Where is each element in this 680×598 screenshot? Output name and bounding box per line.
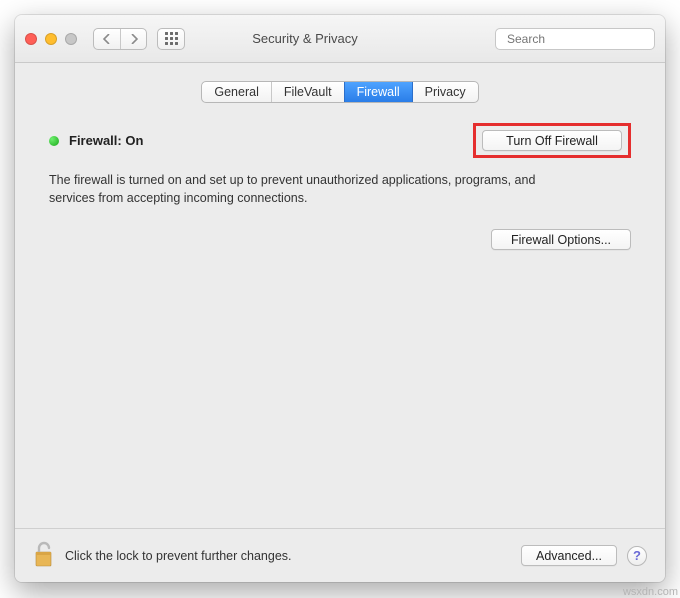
status-indicator-on-icon [49,136,59,146]
firewall-options-row: Firewall Options... [49,229,631,250]
tab-privacy[interactable]: Privacy [412,82,478,102]
segmented-control: General FileVault Firewall Privacy [201,81,478,103]
firewall-status-label: Firewall: On [69,133,143,148]
tab-filevault[interactable]: FileVault [271,82,344,102]
close-window-button[interactable] [25,33,37,45]
firewall-status-row: Firewall: On Turn Off Firewall [49,123,631,158]
firewall-status: Firewall: On [49,133,143,148]
maximize-window-button[interactable] [65,33,77,45]
turn-off-firewall-button[interactable]: Turn Off Firewall [482,130,622,151]
preferences-window: Security & Privacy General FileVault Fir… [15,15,665,582]
advanced-button[interactable]: Advanced... [521,545,617,566]
preferences-footer: Click the lock to prevent further change… [15,528,665,582]
lock-open-icon [33,540,55,571]
firewall-pane: Firewall: On Turn Off Firewall The firew… [15,103,665,528]
help-button[interactable]: ? [627,546,647,566]
firewall-options-button[interactable]: Firewall Options... [491,229,631,250]
watermark: wsxdn.com [623,586,678,598]
firewall-description: The firewall is turned on and set up to … [49,172,559,207]
window-controls [25,33,77,45]
window-title: Security & Privacy [125,31,485,46]
back-button[interactable] [94,29,120,49]
search-field-wrap[interactable] [495,28,655,50]
tab-firewall[interactable]: Firewall [344,82,412,102]
footer-right: Advanced... ? [521,545,647,566]
lock-area[interactable]: Click the lock to prevent further change… [33,540,511,571]
chevron-left-icon [103,34,111,44]
highlight-annotation: Turn Off Firewall [473,123,631,158]
lock-text: Click the lock to prevent further change… [65,549,292,563]
tab-general[interactable]: General [202,82,270,102]
tab-bar: General FileVault Firewall Privacy [15,63,665,103]
titlebar: Security & Privacy [15,15,665,63]
search-input[interactable] [507,32,662,46]
minimize-window-button[interactable] [45,33,57,45]
